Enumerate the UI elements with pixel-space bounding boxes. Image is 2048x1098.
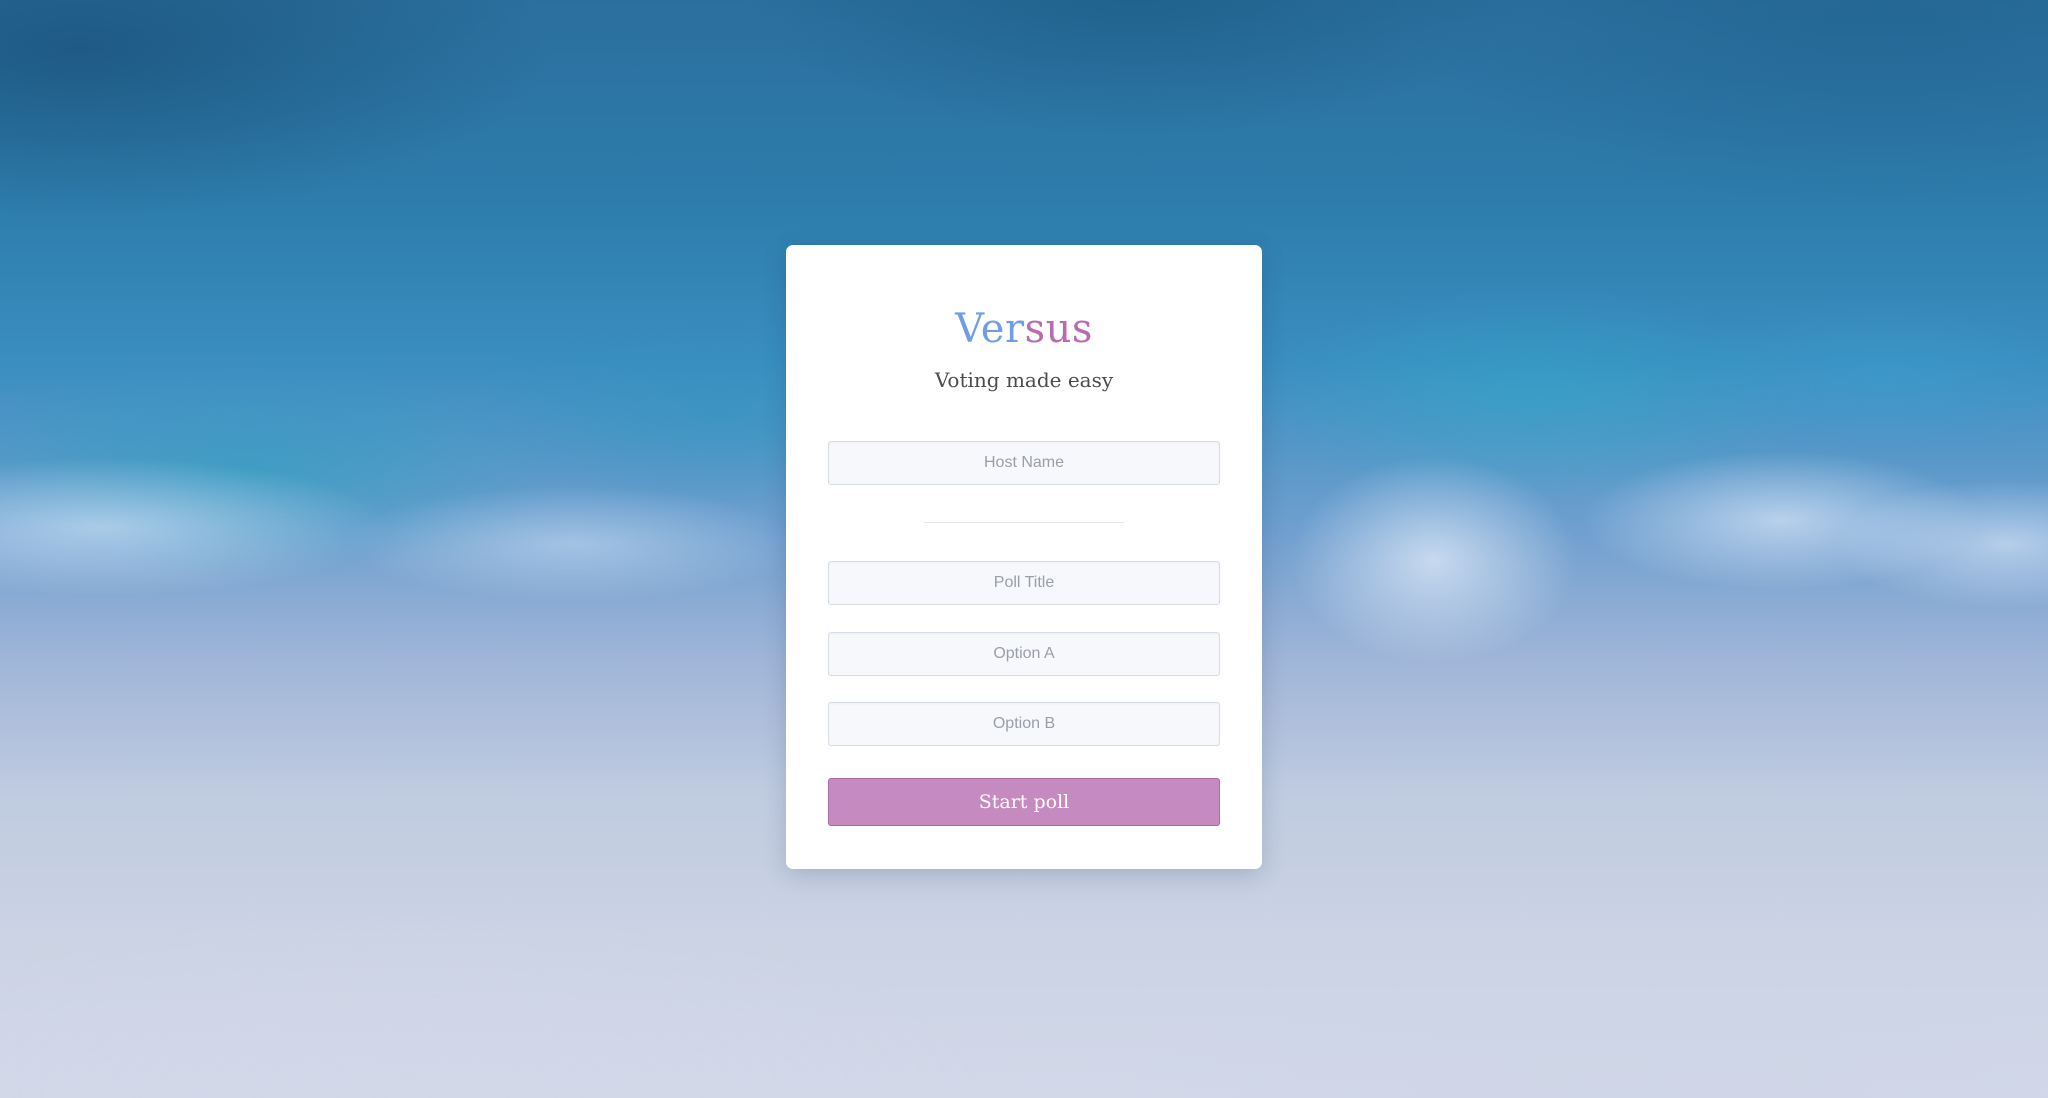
app-logo-title: Versus	[786, 305, 1262, 353]
section-divider	[924, 522, 1124, 523]
start-poll-button[interactable]: Start poll	[828, 778, 1220, 826]
poll-title-input[interactable]	[828, 561, 1220, 605]
logo-part-sus: sus	[1024, 306, 1093, 352]
create-poll-card: Versus Voting made easy Start poll	[786, 245, 1262, 869]
logo-part-ver: Ver	[955, 306, 1025, 352]
option-a-input[interactable]	[828, 632, 1220, 676]
option-b-input[interactable]	[828, 702, 1220, 746]
host-name-input[interactable]	[828, 441, 1220, 485]
tagline: Voting made easy	[934, 368, 1114, 392]
